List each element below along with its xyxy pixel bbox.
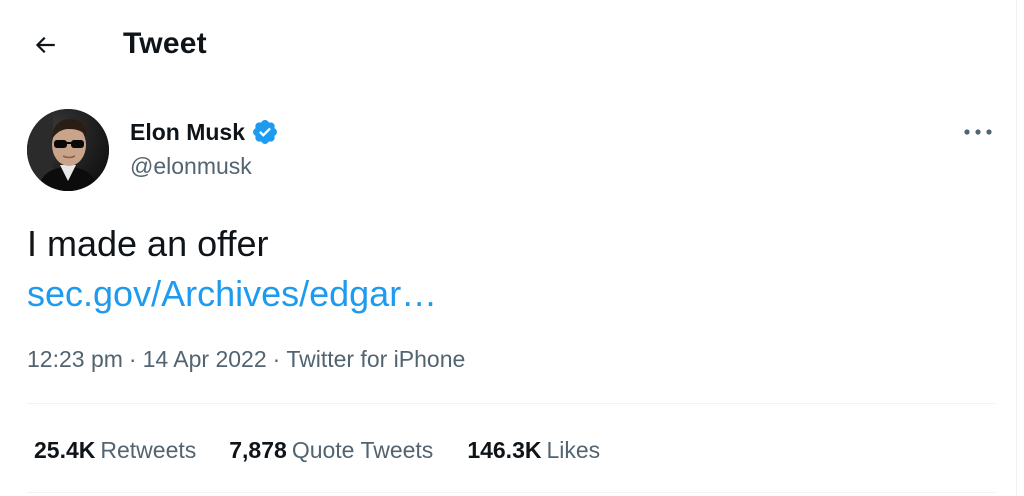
avatar[interactable] — [27, 109, 109, 191]
author-name-row[interactable]: Elon Musk — [130, 116, 279, 148]
tweet-time[interactable]: 12:23 pm — [27, 346, 123, 372]
more-horizontal-icon — [964, 129, 992, 135]
tweet-meta: 12:23 pm · 14 Apr 2022 · Twitter for iPhone — [27, 344, 465, 374]
tweet-source[interactable]: Twitter for iPhone — [286, 346, 465, 372]
quote-tweets-count: 7,878 — [229, 437, 287, 463]
divider — [27, 492, 995, 493]
quote-tweets-label: Quote Tweets — [291, 437, 434, 463]
tweet-stats: 25.4K Retweets 7,878 Quote Tweets 146.3K… — [34, 434, 600, 466]
arrow-left-icon — [35, 36, 55, 54]
back-button[interactable] — [26, 26, 64, 64]
divider — [27, 403, 995, 404]
likes-count: 146.3K — [467, 437, 542, 463]
avatar-photo — [27, 109, 109, 191]
tweet-page: Tweet Elon Musk @elonmusk I made an offe… — [0, 0, 1024, 496]
author-handle[interactable]: @elonmusk — [130, 151, 252, 181]
column-border — [1016, 0, 1017, 496]
likes-label: Likes — [546, 437, 601, 463]
page-title: Tweet — [123, 27, 207, 60]
more-options-button[interactable] — [960, 118, 996, 146]
tweet-link[interactable]: sec.gov/Archives/edgar… — [27, 272, 437, 316]
tweet-text: I made an offer — [27, 223, 269, 264]
likes-stat[interactable]: 146.3K Likes — [467, 435, 600, 465]
author-name[interactable]: Elon Musk — [130, 117, 245, 147]
retweets-count: 25.4K — [34, 437, 96, 463]
meta-separator: · — [272, 346, 281, 372]
verified-badge-icon — [253, 120, 277, 144]
page-header: Tweet — [0, 0, 1016, 88]
tweet-date[interactable]: 14 Apr 2022 — [143, 346, 267, 372]
retweets-label: Retweets — [100, 437, 197, 463]
meta-separator: · — [128, 346, 137, 372]
retweets-stat[interactable]: 25.4K Retweets — [34, 435, 196, 465]
quote-tweets-stat[interactable]: 7,878 Quote Tweets — [229, 435, 433, 465]
